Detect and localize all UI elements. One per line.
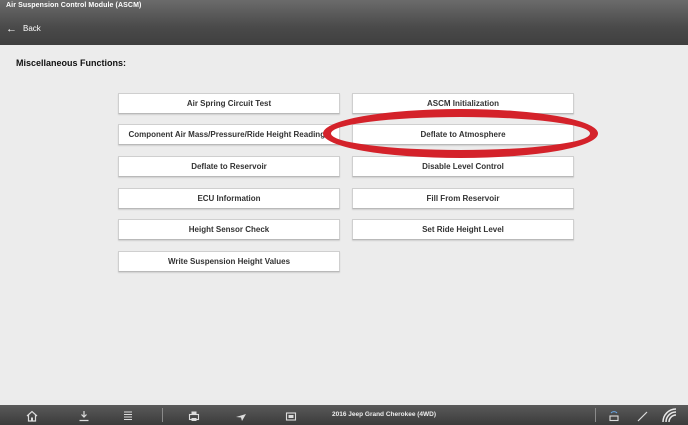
deflate-to-atmosphere-button[interactable]: Deflate to Atmosphere: [352, 124, 574, 145]
deflate-to-reservoir-button[interactable]: Deflate to Reservoir: [118, 156, 340, 177]
disable-level-control-button[interactable]: Disable Level Control: [352, 156, 574, 177]
list-icon[interactable]: [122, 409, 134, 421]
air-spring-circuit-test-button[interactable]: Air Spring Circuit Test: [118, 93, 340, 114]
main-content: Miscellaneous Functions: Air Spring Circ…: [0, 45, 688, 405]
print-icon[interactable]: [188, 409, 200, 421]
vehicle-label: 2016 Jeep Grand Cherokee (4WD): [332, 411, 437, 418]
set-ride-height-level-button[interactable]: Set Ride Height Level: [352, 219, 574, 240]
write-suspension-height-button[interactable]: Write Suspension Height Values: [118, 251, 340, 272]
download-icon[interactable]: [78, 409, 90, 422]
component-air-mass-button[interactable]: Component Air Mass/Pressure/Ride Height …: [118, 124, 340, 145]
ascm-initialization-button[interactable]: ASCM Initialization: [352, 93, 574, 114]
home-icon[interactable]: [26, 409, 38, 422]
toolbar-divider: [162, 408, 163, 422]
back-button[interactable]: ← Back: [6, 22, 41, 35]
wifi-icon[interactable]: [661, 407, 677, 423]
folder-icon[interactable]: [285, 409, 297, 421]
title-bar: Air Suspension Control Module (ASCM) ← B…: [0, 0, 688, 45]
ecu-information-button[interactable]: ECU Information: [118, 188, 340, 209]
pencil-icon[interactable]: [636, 409, 648, 422]
obd-icon[interactable]: [608, 409, 620, 422]
height-sensor-check-button[interactable]: Height Sensor Check: [118, 219, 340, 240]
section-title: Miscellaneous Functions:: [16, 58, 127, 68]
window-title: Air Suspension Control Module (ASCM): [6, 2, 142, 9]
bottom-toolbar: 2016 Jeep Grand Cherokee (4WD): [0, 405, 688, 425]
toolbar-divider: [595, 408, 596, 422]
back-arrow-icon: ←: [6, 22, 17, 35]
back-label: Back: [23, 24, 41, 33]
fill-from-reservoir-button[interactable]: Fill From Reservoir: [352, 188, 574, 209]
plane-icon[interactable]: [235, 409, 247, 421]
